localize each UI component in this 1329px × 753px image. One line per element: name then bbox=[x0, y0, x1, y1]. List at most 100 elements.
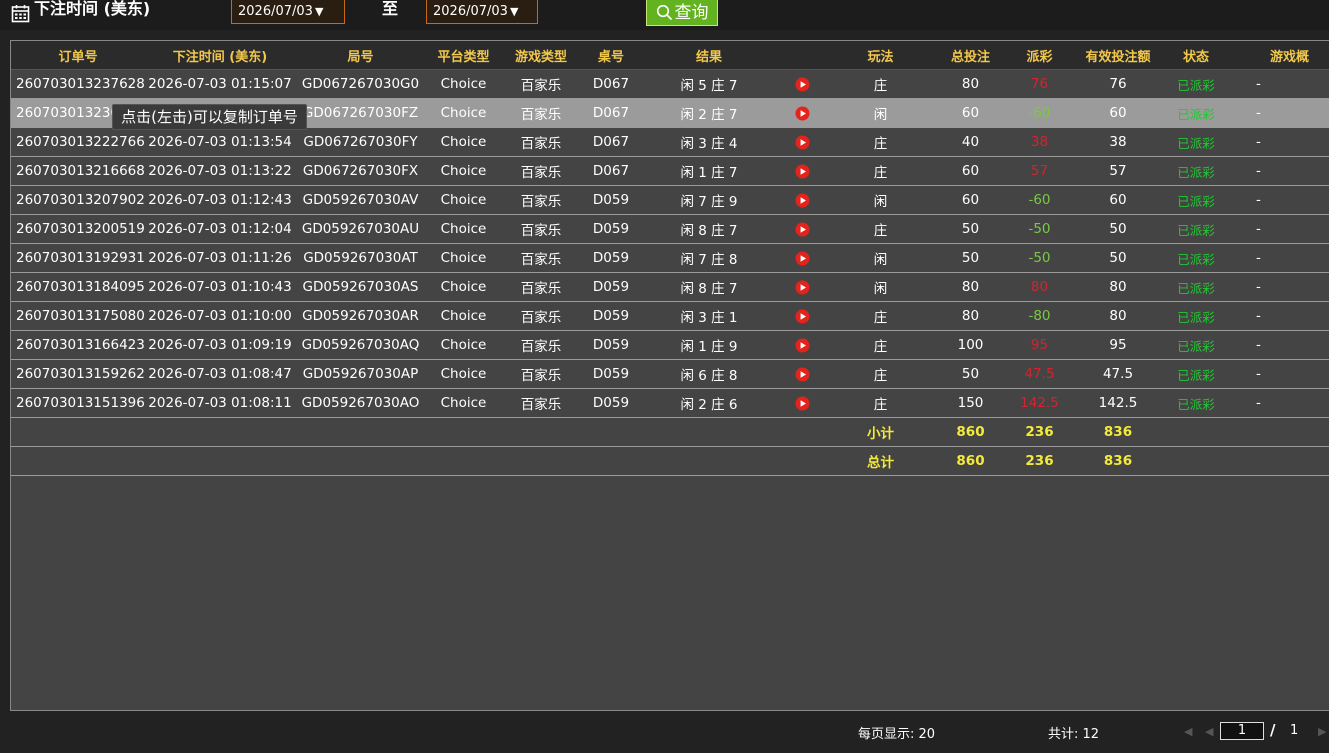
play-video-icon[interactable] bbox=[795, 338, 810, 353]
play-video-icon[interactable] bbox=[795, 222, 810, 237]
platform-cell: Choice bbox=[426, 272, 501, 302]
game-type-cell: 百家乐 bbox=[501, 185, 581, 215]
date-from-value: 2026/07/03 bbox=[238, 4, 313, 19]
play-video-icon[interactable] bbox=[795, 135, 810, 150]
col-header-order[interactable]: 订单号 bbox=[11, 41, 145, 70]
table-row: 260703013175080 2026-07-03 01:10:00 GD0592… bbox=[11, 301, 1329, 331]
col-header-extra[interactable]: 游戏概 bbox=[1228, 41, 1329, 70]
first-page-icon[interactable]: ◀ bbox=[1184, 725, 1192, 738]
play-video-icon[interactable] bbox=[795, 164, 810, 179]
col-header-platform[interactable]: 平台类型 bbox=[426, 41, 501, 70]
valid-bet-cell: 60 bbox=[1072, 185, 1164, 215]
video-cell[interactable] bbox=[777, 214, 827, 244]
col-header-bet[interactable]: 总投注 bbox=[934, 41, 1007, 70]
video-cell[interactable] bbox=[777, 272, 827, 302]
play-video-icon[interactable] bbox=[795, 309, 810, 324]
col-header-round[interactable]: 局号 bbox=[295, 41, 426, 70]
prev-page-icon[interactable]: ◀ bbox=[1205, 725, 1213, 738]
play-video-icon[interactable] bbox=[795, 396, 810, 411]
extra-cell: - bbox=[1228, 214, 1329, 244]
order-number-cell[interactable]: 260703013192931 bbox=[11, 243, 145, 273]
col-header-valid[interactable]: 有效投注额 bbox=[1072, 41, 1164, 70]
table-id-cell: D059 bbox=[581, 272, 641, 302]
extra-cell: - bbox=[1228, 301, 1329, 331]
payout-cell: -80 bbox=[1007, 301, 1072, 331]
total-bet-cell: 50 bbox=[934, 359, 1007, 389]
bet-time-cell: 2026-07-03 01:09:19 bbox=[145, 330, 295, 360]
order-number-cell[interactable]: 260703013166423 bbox=[11, 330, 145, 360]
total-bet-cell: 80 bbox=[934, 272, 1007, 302]
play-video-icon[interactable] bbox=[795, 193, 810, 208]
col-header-table[interactable]: 桌号 bbox=[581, 41, 641, 70]
col-header-game[interactable]: 游戏类型 bbox=[501, 41, 581, 70]
date-from-select[interactable]: 2026/07/03 ▼ bbox=[231, 0, 345, 24]
order-number-cell[interactable]: 260703013159262 bbox=[11, 359, 145, 389]
empty-cell bbox=[1228, 417, 1329, 447]
status-cell: 已派彩 bbox=[1164, 243, 1228, 273]
col-header-time[interactable]: 下注时间 (美东) bbox=[145, 41, 295, 70]
order-number-cell[interactable]: 260703013222766 bbox=[11, 127, 145, 157]
total-bet-cell: 150 bbox=[934, 388, 1007, 418]
play-video-icon[interactable] bbox=[795, 106, 810, 121]
platform-cell: Choice bbox=[426, 243, 501, 273]
col-header-payout[interactable]: 派彩 bbox=[1007, 41, 1072, 70]
valid-bet-cell: 76 bbox=[1072, 69, 1164, 99]
extra-cell: - bbox=[1228, 127, 1329, 157]
round-id-cell: GD059267030AS bbox=[295, 272, 426, 302]
total-bet-cell: 60 bbox=[934, 98, 1007, 128]
empty-cell bbox=[1164, 417, 1228, 447]
video-cell[interactable] bbox=[777, 243, 827, 273]
video-cell[interactable] bbox=[777, 359, 827, 389]
next-page-icon[interactable]: ▶ bbox=[1318, 725, 1326, 738]
query-button[interactable]: 查询 bbox=[646, 0, 718, 26]
game-type-cell: 百家乐 bbox=[501, 330, 581, 360]
extra-cell: - bbox=[1228, 359, 1329, 389]
table-row: 260703013184095 2026-07-03 01:10:43 GD0592… bbox=[11, 272, 1329, 302]
search-icon bbox=[656, 4, 672, 21]
play-type-cell: 庄 bbox=[827, 156, 934, 186]
col-header-result[interactable]: 结果 bbox=[641, 41, 777, 70]
col-header-status[interactable]: 状态 bbox=[1164, 41, 1228, 70]
game-type-cell: 百家乐 bbox=[501, 214, 581, 244]
video-cell[interactable] bbox=[777, 156, 827, 186]
order-number-cell[interactable]: 260703013237628 bbox=[11, 69, 145, 99]
play-video-icon[interactable] bbox=[795, 280, 810, 295]
extra-cell: - bbox=[1228, 98, 1329, 128]
payout-cell: -60 bbox=[1007, 185, 1072, 215]
play-type-cell: 闲 bbox=[827, 272, 934, 302]
dropdown-caret-icon: ▼ bbox=[314, 5, 324, 18]
video-cell[interactable] bbox=[777, 330, 827, 360]
payout-cell: 47.5 bbox=[1007, 359, 1072, 389]
platform-cell: Choice bbox=[426, 69, 501, 99]
page-number-input[interactable]: 1 bbox=[1220, 722, 1264, 740]
video-cell[interactable] bbox=[777, 185, 827, 215]
play-video-icon[interactable] bbox=[795, 251, 810, 266]
play-video-icon[interactable] bbox=[795, 77, 810, 92]
round-id-cell: GD059267030AQ bbox=[295, 330, 426, 360]
game-type-cell: 百家乐 bbox=[501, 388, 581, 418]
video-cell[interactable] bbox=[777, 127, 827, 157]
order-number-cell[interactable]: 260703013184095 bbox=[11, 272, 145, 302]
payout-cell: -60 bbox=[1007, 98, 1072, 128]
video-cell[interactable] bbox=[777, 69, 827, 99]
table-id-cell: D059 bbox=[581, 185, 641, 215]
subtotal-valid: 836 bbox=[1072, 417, 1164, 447]
video-cell[interactable] bbox=[777, 301, 827, 331]
valid-bet-cell: 80 bbox=[1072, 272, 1164, 302]
valid-bet-cell: 80 bbox=[1072, 301, 1164, 331]
video-cell[interactable] bbox=[777, 98, 827, 128]
empty-cell bbox=[11, 417, 827, 447]
video-cell[interactable] bbox=[777, 388, 827, 418]
valid-bet-cell: 47.5 bbox=[1072, 359, 1164, 389]
order-number-cell[interactable]: 260703013216668 bbox=[11, 156, 145, 186]
order-number-cell[interactable]: 260703013207902 bbox=[11, 185, 145, 215]
play-type-cell: 庄 bbox=[827, 214, 934, 244]
order-number-cell[interactable]: 260703013175080 bbox=[11, 301, 145, 331]
play-video-icon[interactable] bbox=[795, 367, 810, 382]
table-id-cell: D059 bbox=[581, 243, 641, 273]
order-number-cell[interactable]: 260703013200519 bbox=[11, 214, 145, 244]
table-row: 260703013237628 2026-07-03 01:15:07 GD0672… bbox=[11, 69, 1329, 99]
date-to-select[interactable]: 2026/07/03 ▼ bbox=[426, 0, 538, 24]
col-header-play[interactable]: 玩法 bbox=[827, 41, 934, 70]
order-number-cell[interactable]: 260703013151396 bbox=[11, 388, 145, 418]
